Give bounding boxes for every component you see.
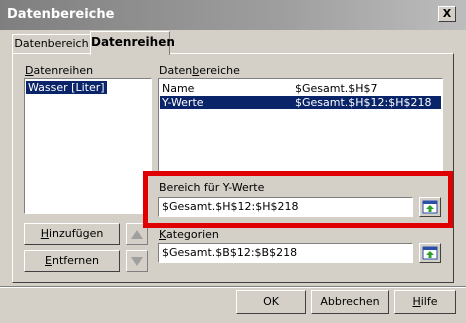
range-role: Y-Werte <box>162 96 204 109</box>
window-title: Datenbereiche <box>7 7 115 22</box>
series-list[interactable]: Wasser [Liter] <box>24 78 152 214</box>
shrink-dialog-icon <box>422 200 438 214</box>
remove-button[interactable]: Entfernen <box>24 250 120 272</box>
ranges-list-label: Datenbereiche <box>159 64 240 77</box>
tab-datenbereich[interactable]: Datenbereich <box>12 34 91 54</box>
y-range-input[interactable]: $Gesamt.$H$12:$H$218 <box>158 197 413 217</box>
triangle-down-icon <box>131 257 143 266</box>
footer-divider <box>0 286 466 288</box>
categories-shrink-button[interactable] <box>419 243 441 263</box>
table-row[interactable]: Name $Gesamt.$H$7 <box>160 82 441 95</box>
ok-button[interactable]: OK <box>236 290 306 314</box>
table-row[interactable]: Y-Werte $Gesamt.$H$12:$H$218 <box>160 96 441 109</box>
tab-label: Datenreihen <box>91 35 175 49</box>
tab-label: Datenbereich <box>14 37 89 50</box>
range-value: $Gesamt.$H$12:$H$218 <box>295 96 432 109</box>
y-range-label: Bereich für Y-Werte <box>159 181 265 194</box>
range-value: $Gesamt.$H$7 <box>295 82 378 95</box>
categories-input[interactable]: $Gesamt.$B$12:$B$218 <box>158 243 413 263</box>
title-bar: Datenbereiche X <box>0 0 466 30</box>
close-icon: X <box>442 7 452 20</box>
cancel-button[interactable]: Abbrechen <box>311 290 389 314</box>
shrink-dialog-icon <box>422 246 438 260</box>
close-button[interactable]: X <box>438 6 456 22</box>
move-down-button[interactable] <box>126 250 148 272</box>
list-item[interactable]: Wasser [Liter] <box>26 81 107 94</box>
ranges-list[interactable]: Name $Gesamt.$H$7 Y-Werte $Gesamt.$H$12:… <box>158 78 443 176</box>
series-list-label: Datenreihen <box>25 64 94 77</box>
add-button[interactable]: Hinzufügen <box>24 223 120 245</box>
tab-datenreihen[interactable]: Datenreihen <box>90 31 175 55</box>
help-button[interactable]: Hilfe <box>394 290 456 314</box>
range-role: Name <box>162 82 195 95</box>
y-range-shrink-button[interactable] <box>419 197 441 217</box>
categories-label: Kategorien <box>159 228 219 241</box>
